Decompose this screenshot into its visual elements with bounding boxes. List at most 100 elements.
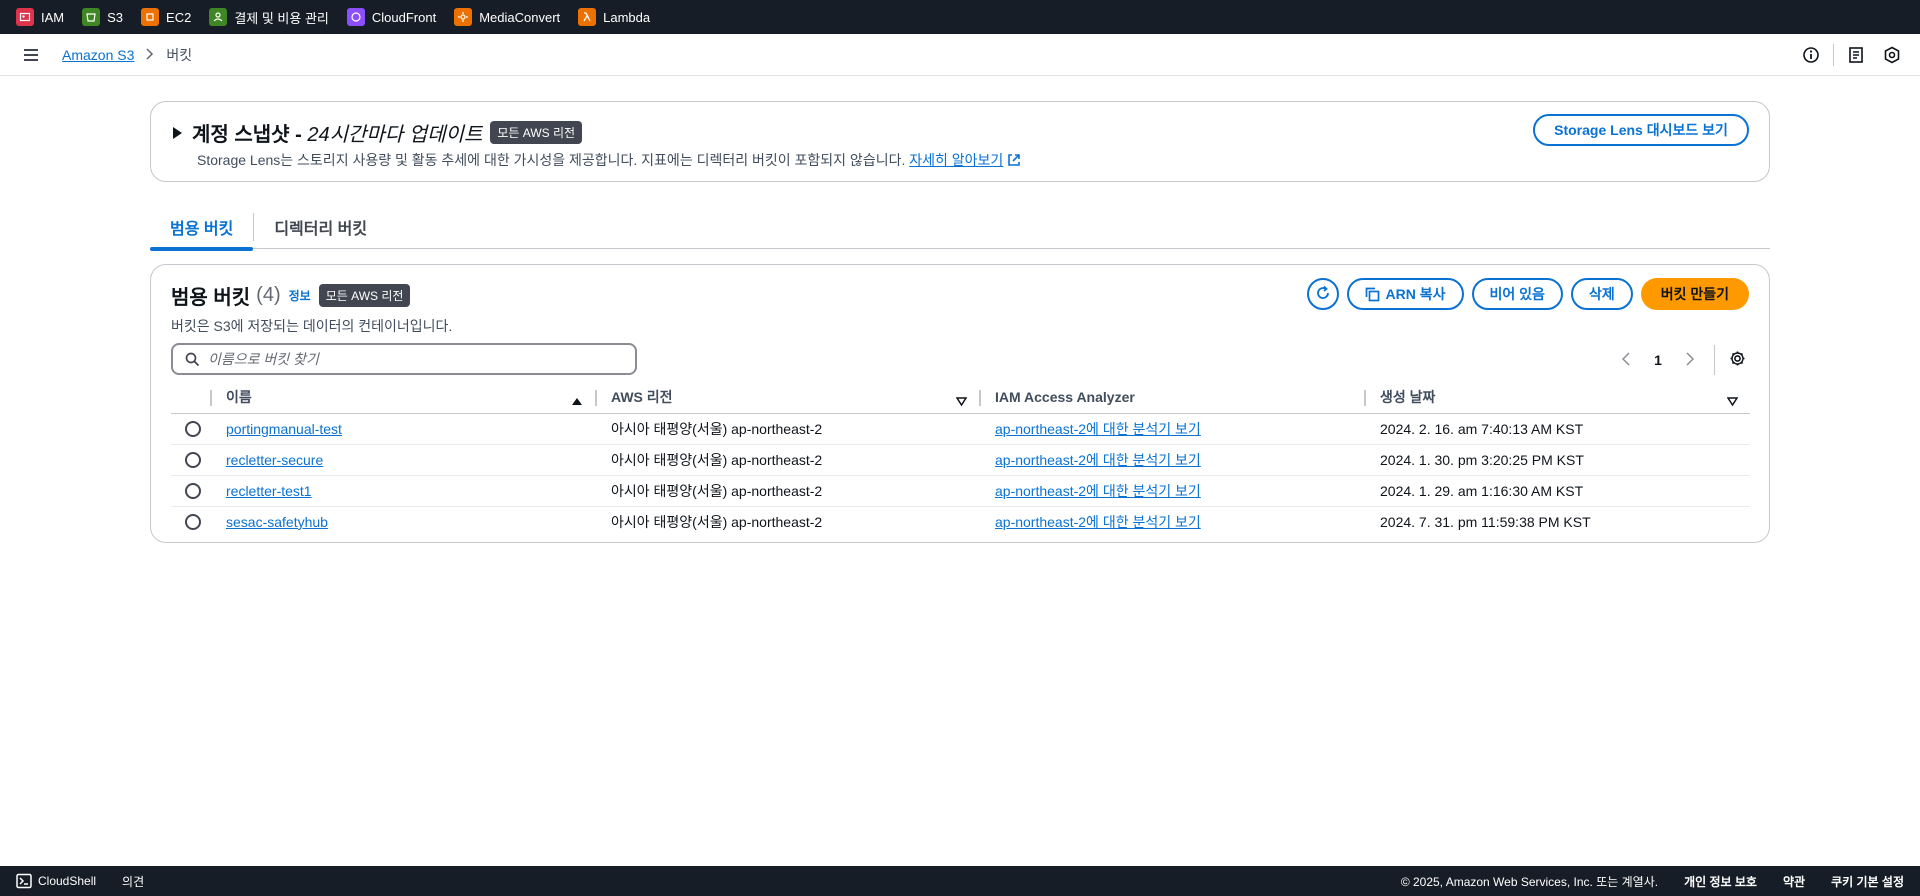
table-row[interactable]: recletter-secure 아시아 태평양(서울) ap-northeas… xyxy=(171,444,1750,476)
notes-panel-icon[interactable] xyxy=(1846,45,1866,65)
bucket-region: 아시아 태평양(서울) ap-northeast-2 xyxy=(595,413,979,445)
bucket-type-tabs: 범용 버킷 디렉터리 버킷 xyxy=(150,205,1770,251)
service-mediaconvert[interactable]: MediaConvert xyxy=(454,8,560,26)
row-select-radio[interactable] xyxy=(185,421,201,438)
copy-arn-label: ARN 복사 xyxy=(1385,286,1446,302)
service-label: MediaConvert xyxy=(479,9,561,25)
row-select-radio[interactable] xyxy=(185,483,201,500)
info-link[interactable]: 정보 xyxy=(289,287,311,304)
breadcrumb-current: 버킷 xyxy=(166,46,193,63)
feedback-button[interactable]: 의견 xyxy=(122,873,144,890)
search-icon xyxy=(185,352,200,367)
column-divider xyxy=(1364,390,1366,406)
learn-more-link[interactable]: 자세히 알아보기 xyxy=(909,152,1003,168)
billing-icon xyxy=(209,8,228,26)
table-row[interactable]: sesac-safetyhub 아시아 태평양(서울) ap-northeast… xyxy=(171,506,1750,537)
service-label: S3 xyxy=(107,9,124,25)
sort-descending-icon[interactable] xyxy=(1726,393,1739,409)
menu-icon[interactable] xyxy=(0,48,62,62)
bucket-region: 아시아 태평양(서울) ap-northeast-2 xyxy=(611,513,823,530)
row-select-radio[interactable] xyxy=(185,514,201,531)
analyzer-link[interactable]: ap-northeast-2에 대한 분석기 보기 xyxy=(995,421,1201,437)
select-column-header xyxy=(171,382,210,414)
copy-arn-button[interactable]: ARN 복사 xyxy=(1346,278,1464,310)
service-favorites-bar: IAM S3 EC2 결제 및 비용 관리 CloudFront MediaCo… xyxy=(0,0,1920,34)
column-divider xyxy=(979,390,981,406)
terminal-icon xyxy=(16,873,32,889)
empty-bucket-button[interactable]: 비어 있음 xyxy=(1471,278,1563,310)
analyzer-link[interactable]: ap-northeast-2에 대한 분석기 보기 xyxy=(995,514,1201,530)
service-label: 결제 및 비용 관리 xyxy=(234,10,329,26)
terms-link[interactable]: 약관 xyxy=(1783,873,1805,890)
pagination: 1 xyxy=(1614,345,1749,375)
tab-directory-buckets[interactable]: 디렉터리 버킷 xyxy=(254,205,387,249)
column-label: IAM Access Analyzer xyxy=(995,389,1135,406)
snapshot-title-italic: 24시간마다 업데이트 xyxy=(307,124,483,146)
service-billing[interactable]: 결제 및 비용 관리 xyxy=(209,8,329,27)
refresh-button[interactable] xyxy=(1306,278,1339,310)
cloudshell-label: CloudShell xyxy=(38,874,97,888)
info-icon[interactable] xyxy=(1801,45,1821,65)
column-header-name[interactable]: 이름 xyxy=(210,382,595,414)
service-s3[interactable]: S3 xyxy=(82,8,123,26)
snapshot-description-text: Storage Lens는 스토리지 사용량 및 활동 추세에 대한 가시성을 … xyxy=(197,152,910,168)
column-header-creation-date[interactable]: 생성 날짜 xyxy=(1364,382,1750,414)
snapshot-title[interactable]: 계정 스냅샷 - 24시간마다 업데이트 xyxy=(192,118,482,147)
column-label: 생성 날짜 xyxy=(1380,389,1436,406)
bucket-search-field[interactable] xyxy=(171,343,637,375)
service-iam[interactable]: IAM xyxy=(16,8,64,26)
bucket-name-link[interactable]: recletter-secure xyxy=(226,452,323,468)
breadcrumb-bar: Amazon S3 버킷 xyxy=(0,34,1920,76)
gear-icon[interactable] xyxy=(1725,350,1749,370)
bucket-name-link[interactable]: portingmanual-test xyxy=(226,421,342,437)
analyzer-link[interactable]: ap-northeast-2에 대한 분석기 보기 xyxy=(995,483,1201,499)
bucket-name-link[interactable]: recletter-test1 xyxy=(226,483,312,499)
service-cloudfront[interactable]: CloudFront xyxy=(346,8,436,26)
column-label: AWS 리전 xyxy=(611,389,673,406)
service-label: Lambda xyxy=(603,9,651,25)
next-page-icon[interactable] xyxy=(1678,351,1702,369)
bucket-created-date: 2024. 2. 16. am 7:40:13 AM KST xyxy=(1364,413,1750,445)
breadcrumb-amazon-s3[interactable]: Amazon S3 xyxy=(62,47,134,63)
sort-descending-icon[interactable] xyxy=(955,393,968,409)
table-row[interactable]: portingmanual-test 아시아 태평양(서울) ap-northe… xyxy=(171,413,1750,445)
copyright-text: © 2025, Amazon Web Services, Inc. 또는 계열사… xyxy=(1400,874,1659,889)
divider xyxy=(1714,345,1715,375)
column-header-iam-access-analyzer: IAM Access Analyzer xyxy=(979,382,1364,414)
row-select-radio[interactable] xyxy=(185,452,201,469)
expand-caret-icon[interactable] xyxy=(173,126,182,139)
service-label: IAM xyxy=(41,9,65,25)
lambda-icon xyxy=(578,8,597,26)
table-row[interactable]: recletter-test1 아시아 태평양(서울) ap-northeast… xyxy=(171,475,1750,507)
cloudshell-button[interactable]: CloudShell xyxy=(16,873,96,889)
column-divider xyxy=(210,390,212,406)
cookie-preferences-link[interactable]: 쿠키 기본 설정 xyxy=(1831,873,1904,890)
privacy-link[interactable]: 개인 정보 보호 xyxy=(1684,873,1757,890)
bucket-region: 아시아 태평양(서울) ap-northeast-2 xyxy=(595,475,979,507)
buckets-title: 범용 버킷 xyxy=(171,287,251,309)
security-settings-icon[interactable] xyxy=(1882,45,1902,65)
column-label: 이름 xyxy=(226,389,252,406)
divider xyxy=(1833,44,1834,66)
bucket-name-link[interactable]: sesac-safetyhub xyxy=(226,514,328,530)
mediaconvert-icon xyxy=(454,8,473,26)
create-bucket-button[interactable]: 버킷 만들기 xyxy=(1640,278,1749,310)
tab-general-purpose-buckets[interactable]: 범용 버킷 xyxy=(150,205,254,251)
service-label: EC2 xyxy=(166,9,192,25)
service-ec2[interactable]: EC2 xyxy=(141,8,191,26)
storage-lens-dashboard-button[interactable]: Storage Lens 대시보드 보기 xyxy=(1533,114,1749,146)
current-page[interactable]: 1 xyxy=(1646,352,1670,368)
service-lambda[interactable]: Lambda xyxy=(578,8,650,26)
external-link-icon[interactable] xyxy=(1007,152,1021,168)
sort-ascending-icon[interactable] xyxy=(571,393,583,409)
copy-icon xyxy=(1365,287,1380,302)
column-header-region[interactable]: AWS 리전 xyxy=(595,382,979,414)
prev-page-icon[interactable] xyxy=(1614,351,1638,369)
column-divider xyxy=(595,390,597,406)
analyzer-link[interactable]: ap-northeast-2에 대한 분석기 보기 xyxy=(995,452,1201,468)
delete-bucket-button[interactable]: 삭제 xyxy=(1570,278,1633,310)
account-snapshot-container: 계정 스냅샷 - 24시간마다 업데이트 모든 AWS 리전 Storage L… xyxy=(150,101,1770,182)
iam-icon xyxy=(16,8,34,26)
search-input[interactable] xyxy=(208,351,608,367)
all-regions-badge: 모든 AWS 리전 xyxy=(318,284,411,307)
